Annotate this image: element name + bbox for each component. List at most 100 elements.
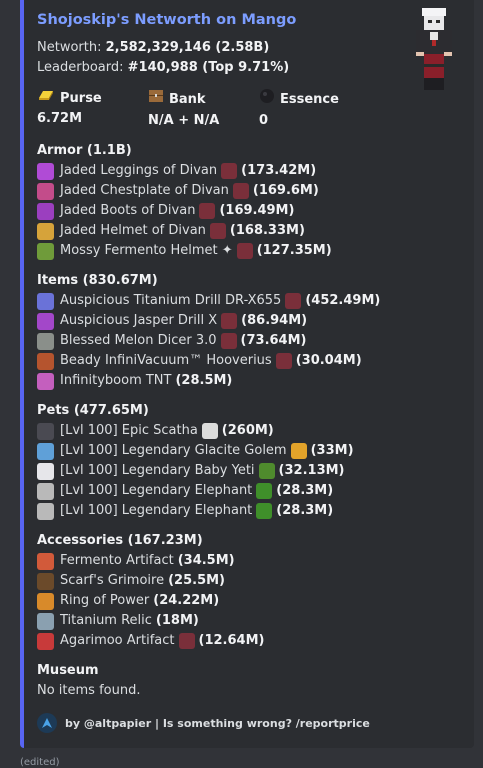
leaderboard-value: #140,988 (Top 9.71%): [127, 60, 290, 75]
item-name: Beady InfiniVacuum™ Hooverius: [60, 353, 272, 368]
item-value: (28.3M): [276, 503, 334, 518]
recombobulator-icon: [236, 243, 253, 259]
items-section: Items (830.67M) Auspicious Titanium Dril…: [37, 271, 462, 391]
list-item: Ring of Power (24.22M): [37, 591, 462, 611]
item-value: (18M): [155, 613, 199, 628]
item-icon: [37, 572, 54, 590]
item-icon: [37, 352, 54, 370]
item-value: (32.13M): [278, 463, 345, 478]
list-item: Jaded Chestplate of Divan (169.6M): [37, 181, 462, 201]
accessories-list: Fermento Artifact (34.5M) Scarf's Grimoire…: [37, 551, 462, 651]
item-value: (169.6M): [252, 183, 319, 198]
item-value: (169.49M): [219, 203, 295, 218]
item-name: Mossy Fermento Helmet ✦: [60, 243, 233, 258]
item-name: Scarf's Grimoire: [60, 573, 165, 588]
networth-line: Networth: 2,582,329,146 (2.58B): [37, 38, 462, 58]
item-name: Titanium Relic: [60, 613, 152, 628]
item-value: (73.64M): [240, 333, 307, 348]
item-value: (28.3M): [276, 483, 334, 498]
items-list: Auspicious Titanium Drill DR-X655 (452.49…: [37, 291, 462, 391]
item-name: Jaded Leggings of Divan: [60, 163, 218, 178]
pet-item-icon: [290, 443, 307, 459]
museum-title: Museum: [37, 663, 99, 678]
summary-fields: Purse 6.72M Bank N/A + N/A Essence 0: [37, 88, 462, 131]
recombobulator-icon: [275, 353, 292, 369]
list-item: Jaded Helmet of Divan (168.33M): [37, 221, 462, 241]
item-value: (24.22M): [153, 593, 220, 608]
list-item: Auspicious Jasper Drill X (86.94M): [37, 311, 462, 331]
leaderboard-line: Leaderboard: #140,988 (Top 9.71%): [37, 58, 462, 78]
museum-empty-text: No items found.: [37, 683, 141, 698]
item-value: (30.04M): [295, 353, 362, 368]
item-name: [Lvl 100] Legendary Glacite Golem: [60, 443, 287, 458]
item-icon: [37, 242, 54, 260]
networth-embed: Shojoskip's Networth on Mango Networth: …: [20, 0, 474, 748]
item-value: (33M): [310, 443, 354, 458]
pet-item-icon: [256, 503, 273, 519]
bank-value: N/A + N/A: [148, 113, 220, 128]
armor-title: Armor (1.1B): [37, 143, 132, 158]
list-item: Jaded Leggings of Divan (173.42M): [37, 161, 462, 181]
embed-title[interactable]: Shojoskip's Networth on Mango: [37, 10, 462, 30]
item-value: (173.42M): [241, 163, 317, 178]
item-name: Agarimoo Artifact: [60, 633, 175, 648]
item-name: Infinityboom TNT: [60, 373, 172, 388]
purse-value: 6.72M: [37, 111, 83, 126]
list-item: [Lvl 100] Legendary Elephant (28.3M): [37, 501, 462, 521]
item-name: [Lvl 100] Legendary Elephant: [60, 503, 253, 518]
list-item: Beady InfiniVacuum™ Hooverius (30.04M): [37, 351, 462, 371]
item-name: Jaded Helmet of Divan: [60, 223, 206, 238]
item-icon: [37, 462, 54, 480]
pet-item-icon: [258, 463, 275, 479]
accessories-title: Accessories (167.23M): [37, 533, 203, 548]
list-item: Blessed Melon Dicer 3.0 (73.64M): [37, 331, 462, 351]
item-icon: [37, 292, 54, 310]
gold-ingot-icon: [37, 88, 55, 109]
armor-list: Jaded Leggings of Divan (173.42M) Jaded Ch…: [37, 161, 462, 261]
item-name: Auspicious Titanium Drill DR-X655: [60, 293, 282, 308]
list-item: Titanium Relic (18M): [37, 611, 462, 631]
list-item: Fermento Artifact (34.5M): [37, 551, 462, 571]
item-icon: [37, 182, 54, 200]
item-value: (34.5M): [177, 553, 235, 568]
networth-label: Networth:: [37, 40, 102, 55]
recombobulator-icon: [285, 293, 302, 309]
list-item: Agarimoo Artifact (12.64M): [37, 631, 462, 651]
item-value: (452.49M): [305, 293, 381, 308]
essence-value: 0: [259, 113, 269, 128]
list-item: [Lvl 100] Legendary Glacite Golem (33M): [37, 441, 462, 461]
item-icon: [37, 552, 54, 570]
item-icon: [37, 442, 54, 460]
list-item: [Lvl 100] Legendary Baby Yeti (32.13M): [37, 461, 462, 481]
item-name: Jaded Chestplate of Divan: [60, 183, 229, 198]
pet-item-icon: [256, 483, 273, 499]
purse-label: Purse: [60, 90, 102, 106]
embed-footer: by @altpapier | Is something wrong? /rep…: [37, 713, 462, 733]
wither-essence-icon: [259, 88, 275, 111]
item-icon: [37, 502, 54, 520]
pets-title: Pets (477.65M): [37, 403, 149, 418]
item-value: (168.33M): [229, 223, 305, 238]
item-icon: [37, 312, 54, 330]
item-icon: [37, 372, 54, 390]
footer-text: by @altpapier | Is something wrong? /rep…: [65, 716, 370, 730]
item-value: (28.5M): [175, 373, 233, 388]
networth-value: 2,582,329,146 (2.58B): [105, 40, 270, 55]
item-name: Fermento Artifact: [60, 553, 174, 568]
purse-field: Purse 6.72M: [37, 88, 148, 131]
recombobulator-icon: [232, 183, 249, 199]
item-icon: [37, 162, 54, 180]
recombobulator-icon: [221, 163, 238, 179]
item-value: (12.64M): [198, 633, 265, 648]
item-value: (25.5M): [168, 573, 225, 588]
item-icon: [37, 332, 54, 350]
player-skin-thumbnail[interactable]: [408, 8, 460, 94]
list-item: [Lvl 100] Legendary Elephant (28.3M): [37, 481, 462, 501]
armor-section: Armor (1.1B) Jaded Leggings of Divan (173…: [37, 141, 462, 261]
edited-label: (edited): [20, 757, 60, 768]
items-title: Items (830.67M): [37, 273, 158, 288]
list-item: Scarf's Grimoire (25.5M): [37, 571, 462, 591]
recombobulator-icon: [221, 313, 238, 329]
recombobulator-icon: [209, 223, 226, 239]
pets-list: [Lvl 100] Epic Scatha (260M) [Lvl 100] Leg…: [37, 421, 462, 521]
